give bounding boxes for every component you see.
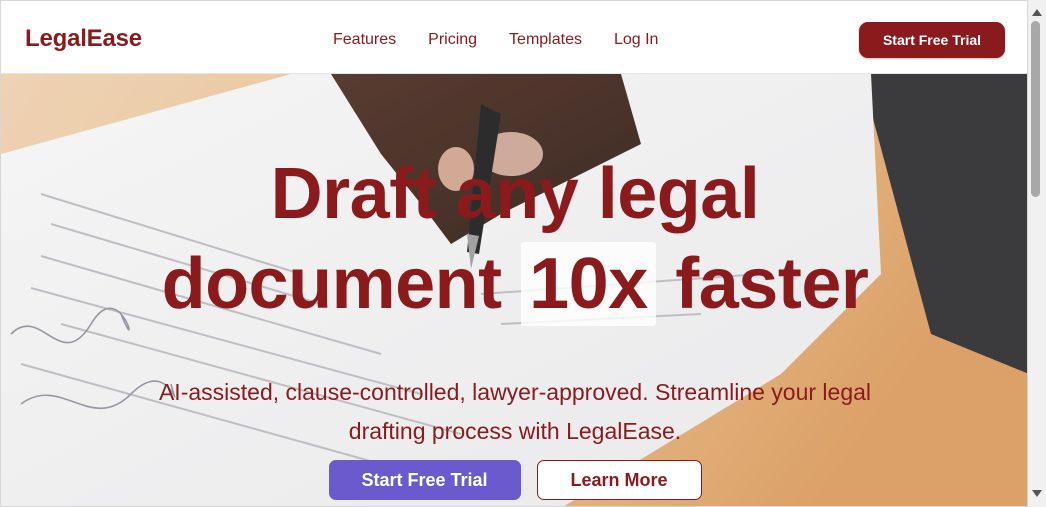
nav-link-login[interactable]: Log In bbox=[614, 31, 658, 49]
hero-subheadline: AI-assisted, clause-controlled, lawyer-a… bbox=[158, 379, 872, 444]
browser-viewport: LegalEase Features Pricing Templates Log… bbox=[0, 0, 1028, 507]
headline-highlight: 10x bbox=[521, 242, 656, 326]
page-scrollbar[interactable] bbox=[1028, 0, 1046, 507]
hero-headline-line2: document 10x faster bbox=[1, 238, 1027, 330]
brand-logo[interactable]: LegalEase bbox=[25, 25, 142, 53]
headline-word-faster: faster bbox=[675, 244, 869, 324]
hero-section: Draft any legal document 10x faster AI-a… bbox=[1, 74, 1027, 506]
nav-link-templates[interactable]: Templates bbox=[509, 31, 582, 49]
hero-headline-line1: Draft any legal bbox=[270, 154, 760, 234]
hero-button-group: Start Free Trial Learn More bbox=[1, 460, 1027, 500]
headline-word-document: document bbox=[161, 244, 503, 324]
top-navigation-bar: LegalEase Features Pricing Templates Log… bbox=[1, 1, 1027, 74]
nav-link-features[interactable]: Features bbox=[333, 31, 396, 49]
header-start-trial-button[interactable]: Start Free Trial bbox=[859, 22, 1005, 58]
scroll-up-arrow-icon[interactable] bbox=[1032, 9, 1042, 16]
scroll-down-arrow-icon[interactable] bbox=[1032, 490, 1042, 497]
main-nav: Features Pricing Templates Log In bbox=[333, 31, 658, 49]
nav-link-pricing[interactable]: Pricing bbox=[428, 31, 477, 49]
scrollbar-thumb[interactable] bbox=[1031, 21, 1040, 197]
hero-learn-more-button[interactable]: Learn More bbox=[536, 460, 702, 500]
hero-start-trial-button[interactable]: Start Free Trial bbox=[328, 460, 521, 500]
